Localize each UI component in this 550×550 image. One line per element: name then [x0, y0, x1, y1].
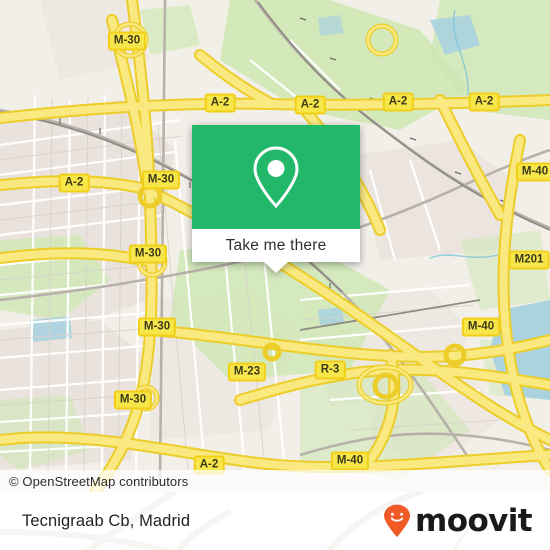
moovit-wordmark: moovit	[415, 502, 533, 539]
road-shield: M-30	[128, 244, 168, 264]
road-shield: A-2	[468, 92, 500, 112]
road-shield: M-30	[137, 317, 177, 337]
place-name: Tecnigraab Cb, Madrid	[22, 511, 191, 530]
popup-pointer-tail	[264, 262, 288, 273]
road-shield: M-23	[227, 362, 267, 382]
map-pin-icon	[253, 146, 299, 209]
road-shield: A-2	[58, 173, 90, 193]
moovit-brand[interactable]: moovit	[382, 492, 533, 550]
road-shield: M-30	[113, 390, 153, 410]
take-me-there-button[interactable]: Take me there	[192, 229, 360, 262]
road-shield: M-30	[141, 170, 181, 190]
road-shield: A-2	[204, 93, 236, 113]
map-attribution: © OpenStreetMap contributors	[0, 470, 550, 492]
road-shield: M201	[508, 250, 550, 270]
moovit-smiley-pin-icon	[384, 504, 411, 537]
road-shield: M-40	[330, 451, 370, 471]
map-page: M-30 A-2 A-2 A-2 A-2 A-2 M-30 M-40 M-30 M201 M-30 M…	[0, 0, 550, 550]
location-popup[interactable]: Take me there	[192, 125, 360, 273]
attribution-text: © OpenStreetMap contributors	[9, 473, 189, 489]
road-shield: M-40	[461, 317, 501, 337]
bottom-info-bar: Tecnigraab Cb, Madrid moovit	[0, 492, 550, 550]
road-shield: A-2	[294, 95, 326, 115]
road-shield: R-3	[314, 360, 346, 380]
map-canvas[interactable]: M-30 A-2 A-2 A-2 A-2 A-2 M-30 M-40 M-30 M201 M-30 M…	[0, 0, 550, 492]
road-shield: A-2	[382, 92, 414, 112]
take-me-there-label: Take me there	[225, 236, 327, 254]
popup-header	[192, 125, 360, 229]
road-shield: M-40	[515, 162, 550, 182]
road-shield: M-30	[107, 31, 147, 51]
